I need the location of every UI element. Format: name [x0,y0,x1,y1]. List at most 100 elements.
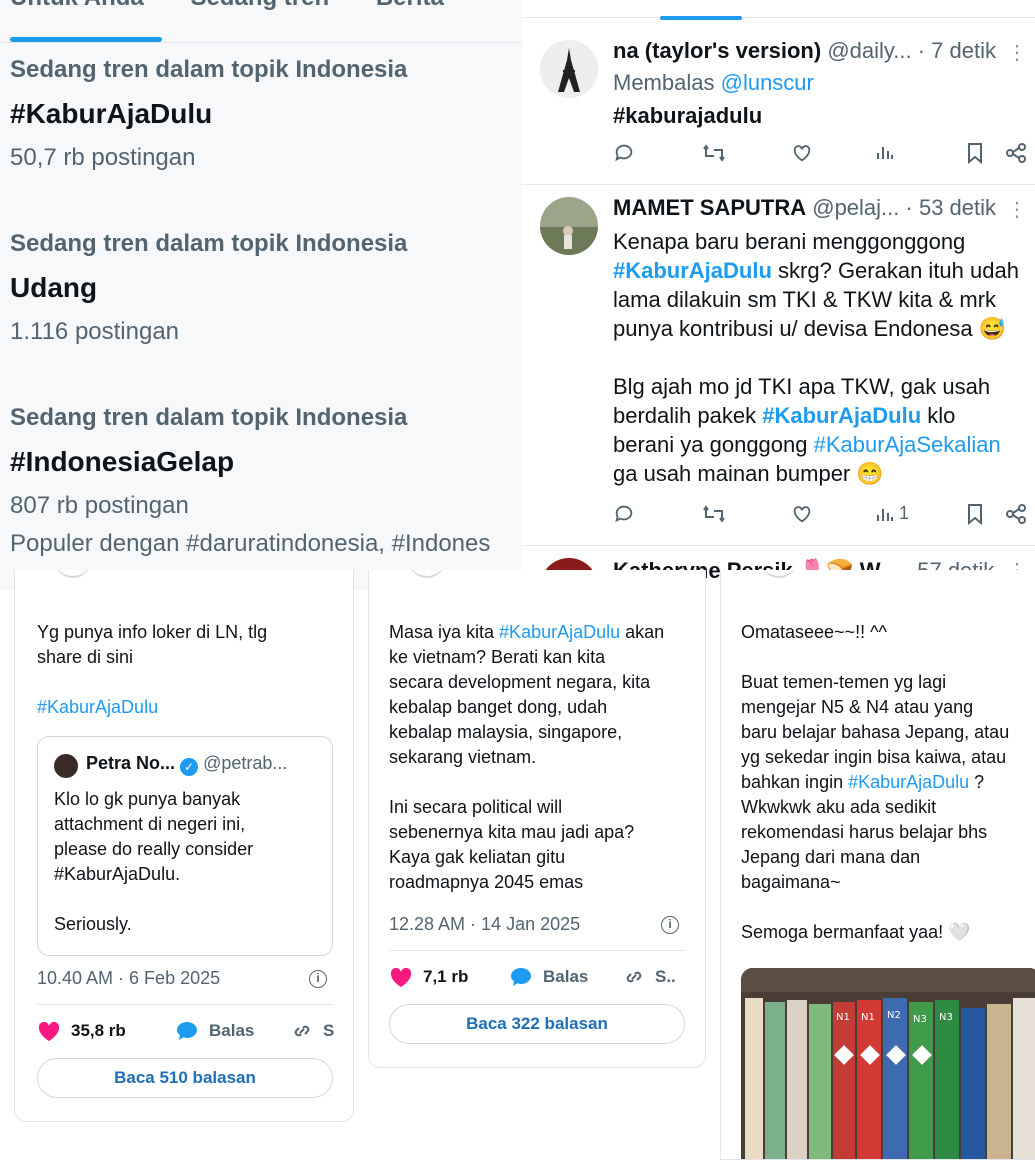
book-label: N3 [913,1014,927,1025]
views-icon [877,508,893,521]
author-name[interactable]: MAMET SAPUTRA [613,195,806,220]
tab-news[interactable]: Berita [376,0,444,11]
book-label: N2 [887,1010,901,1021]
reply-label: Balas [543,967,589,986]
embedded-tweet-card[interactable]: Omataseee~~!! ^^ Buat temen-temen yg lag… [720,570,1035,1160]
text-line: #KaburAjaDulu. [54,864,181,884]
hashtag-link[interactable]: #KaburAjaDulu [762,403,921,428]
text-line: Kaya gak keliatan gitu [389,847,566,867]
hashtag-link[interactable]: #KaburAjaDulu [613,258,772,283]
reply-tweet[interactable]: MAMET SAPUTRA @pelaj... · 53 detik Kenap… [522,185,1035,545]
read-replies-button[interactable]: Baca 510 balasan [37,1058,333,1098]
info-icon[interactable]: i [661,916,679,934]
text-line: secara development negara, kita [389,672,651,692]
replying-to: Membalas @lunscur [613,68,1025,97]
landscape-avatar-icon [540,197,598,255]
text-line: please do really consider [54,839,254,859]
like-button[interactable]: 7,1 rb [389,966,468,988]
text-line: skrg? Gerakan ituh udah [771,258,1019,283]
reply-button[interactable]: Balas [509,966,588,988]
tweet-text[interactable]: Kenapa baru berani menggonggong #KaburAj… [613,227,1025,488]
trend-name: Udang [10,272,98,303]
bookmark-icon[interactable] [965,142,985,164]
divider [389,950,685,951]
book-label: N1 [836,1012,850,1023]
hashtag-link[interactable]: #KaburAjaDulu [499,622,620,642]
tab-divider [522,17,1035,18]
tweet-time[interactable]: · 53 detik [906,195,997,220]
tweet-actions: 1 [613,503,1027,533]
text-line: baru belajar bahasa Jepang, atau [741,722,1010,742]
like-button[interactable]: 35,8 rb [37,1020,126,1042]
reply-icon[interactable] [613,142,635,164]
info-icon[interactable]: i [309,970,327,988]
quote-author-handle[interactable]: @petrab... [203,753,287,773]
tweet-timestamp[interactable]: 12.28 AM · 14 Jan 2025 [389,914,580,935]
reply-to-link[interactable]: @lunscur [721,70,814,95]
views-button[interactable]: 1 [875,503,909,524]
text-line: Jepang dari mana dan [741,847,921,867]
like-count: 35,8 rb [71,1021,126,1040]
avatar[interactable] [540,40,598,98]
read-replies-button[interactable]: Baca 322 balasan [389,1004,685,1044]
hashtag-link[interactable]: #KaburAjaDulu [37,695,267,720]
quote-avatar[interactable] [54,754,78,778]
quote-header: Petra No... ✓ @petrab... [86,753,287,776]
share-icon[interactable] [1005,142,1027,164]
hashtag-link[interactable]: #KaburAjaDulu [848,772,969,792]
like-icon[interactable] [791,503,813,525]
trend-context: Sedang tren dalam topik Indonesia [10,404,408,431]
views-count: 1 [899,503,910,523]
trending-tabs: Untuk Anda Sedang tren Berita [10,0,484,12]
tweet-timestamp[interactable]: 10.40 AM · 6 Feb 2025 [37,968,220,989]
text-line: mengejar N5 & N4 atau yang [741,697,974,717]
books-photo[interactable]: N1 N1 N2 N3 N3 [741,968,1035,1159]
book-label: N3 [939,1012,953,1023]
hashtag-link[interactable]: #KaburAjaSekalian [814,432,1001,457]
trend-item[interactable]: Sedang tren dalam topik Indonesia #Indon… [10,404,490,558]
embedded-tweet-card[interactable]: Yg punya info loker di LN, tlg share di … [14,570,354,1122]
reply-tweet[interactable]: na (taylor's version) @daily... · 7 deti… [522,28,1035,184]
share-icon[interactable] [1005,503,1027,525]
text-line: Kenapa baru berani menggonggong [613,229,966,254]
reply-icon[interactable] [613,503,635,525]
author-name[interactable]: na (taylor's version) [613,38,821,63]
embedded-tweet-card[interactable]: Masa iya kita #KaburAjaDulu akan ke viet… [368,570,706,1068]
quote-author-name[interactable]: Petra No... [86,753,175,773]
reply-button[interactable]: Balas [175,1020,254,1042]
tweet-text[interactable]: #kaburajadulu [613,101,1025,130]
text-line: ? [969,772,985,792]
text-line: attachment di negeri ini, [54,814,246,834]
text-line: Yg punya info loker di LN, tlg [37,622,268,642]
trend-item[interactable]: Sedang tren dalam topik Indonesia Udang … [10,230,407,346]
tab-trending[interactable]: Sedang tren [190,0,329,11]
views-icon[interactable] [875,142,895,162]
copy-link-button[interactable]: S [291,1020,334,1042]
text-line: bahkan ingin [741,772,849,792]
replying-to-label: Membalas [613,70,715,95]
trend-count: 807 rb postingan [10,492,189,519]
link-icon [626,971,642,983]
avatar[interactable] [540,197,598,255]
copy-link-button[interactable]: S.. [623,966,676,988]
tab-for-you[interactable]: Untuk Anda [10,0,144,11]
retweet-icon[interactable] [701,503,727,525]
author-handle[interactable]: @pelaj... [812,195,899,220]
reply-label: Balas [209,1021,255,1040]
tweet-time[interactable]: · 7 detik [918,38,996,63]
trend-item[interactable]: Sedang tren dalam topik Indonesia #Kabur… [10,56,407,172]
copy-link-label: S.. [655,967,676,986]
quoted-tweet[interactable]: Petra No... ✓ @petrab... Klo lo gk punya… [37,736,333,956]
bookmark-icon[interactable] [965,503,985,525]
more-icon[interactable]: ⋮ [1007,40,1027,65]
like-icon[interactable] [791,142,813,164]
tweet-actions [613,142,1027,172]
text-line: bagaimana~ [741,872,841,892]
text-line: kebalap banget dong, udah [389,697,608,717]
author-handle[interactable]: @daily... [827,38,911,63]
retweet-icon[interactable] [701,142,727,164]
more-icon[interactable]: ⋮ [1007,197,1027,222]
text-line: Masa iya kita [389,622,500,642]
trend-name: #KaburAjaDulu [10,98,213,129]
text-line: kebalap malaysia, singapore, [389,722,623,742]
